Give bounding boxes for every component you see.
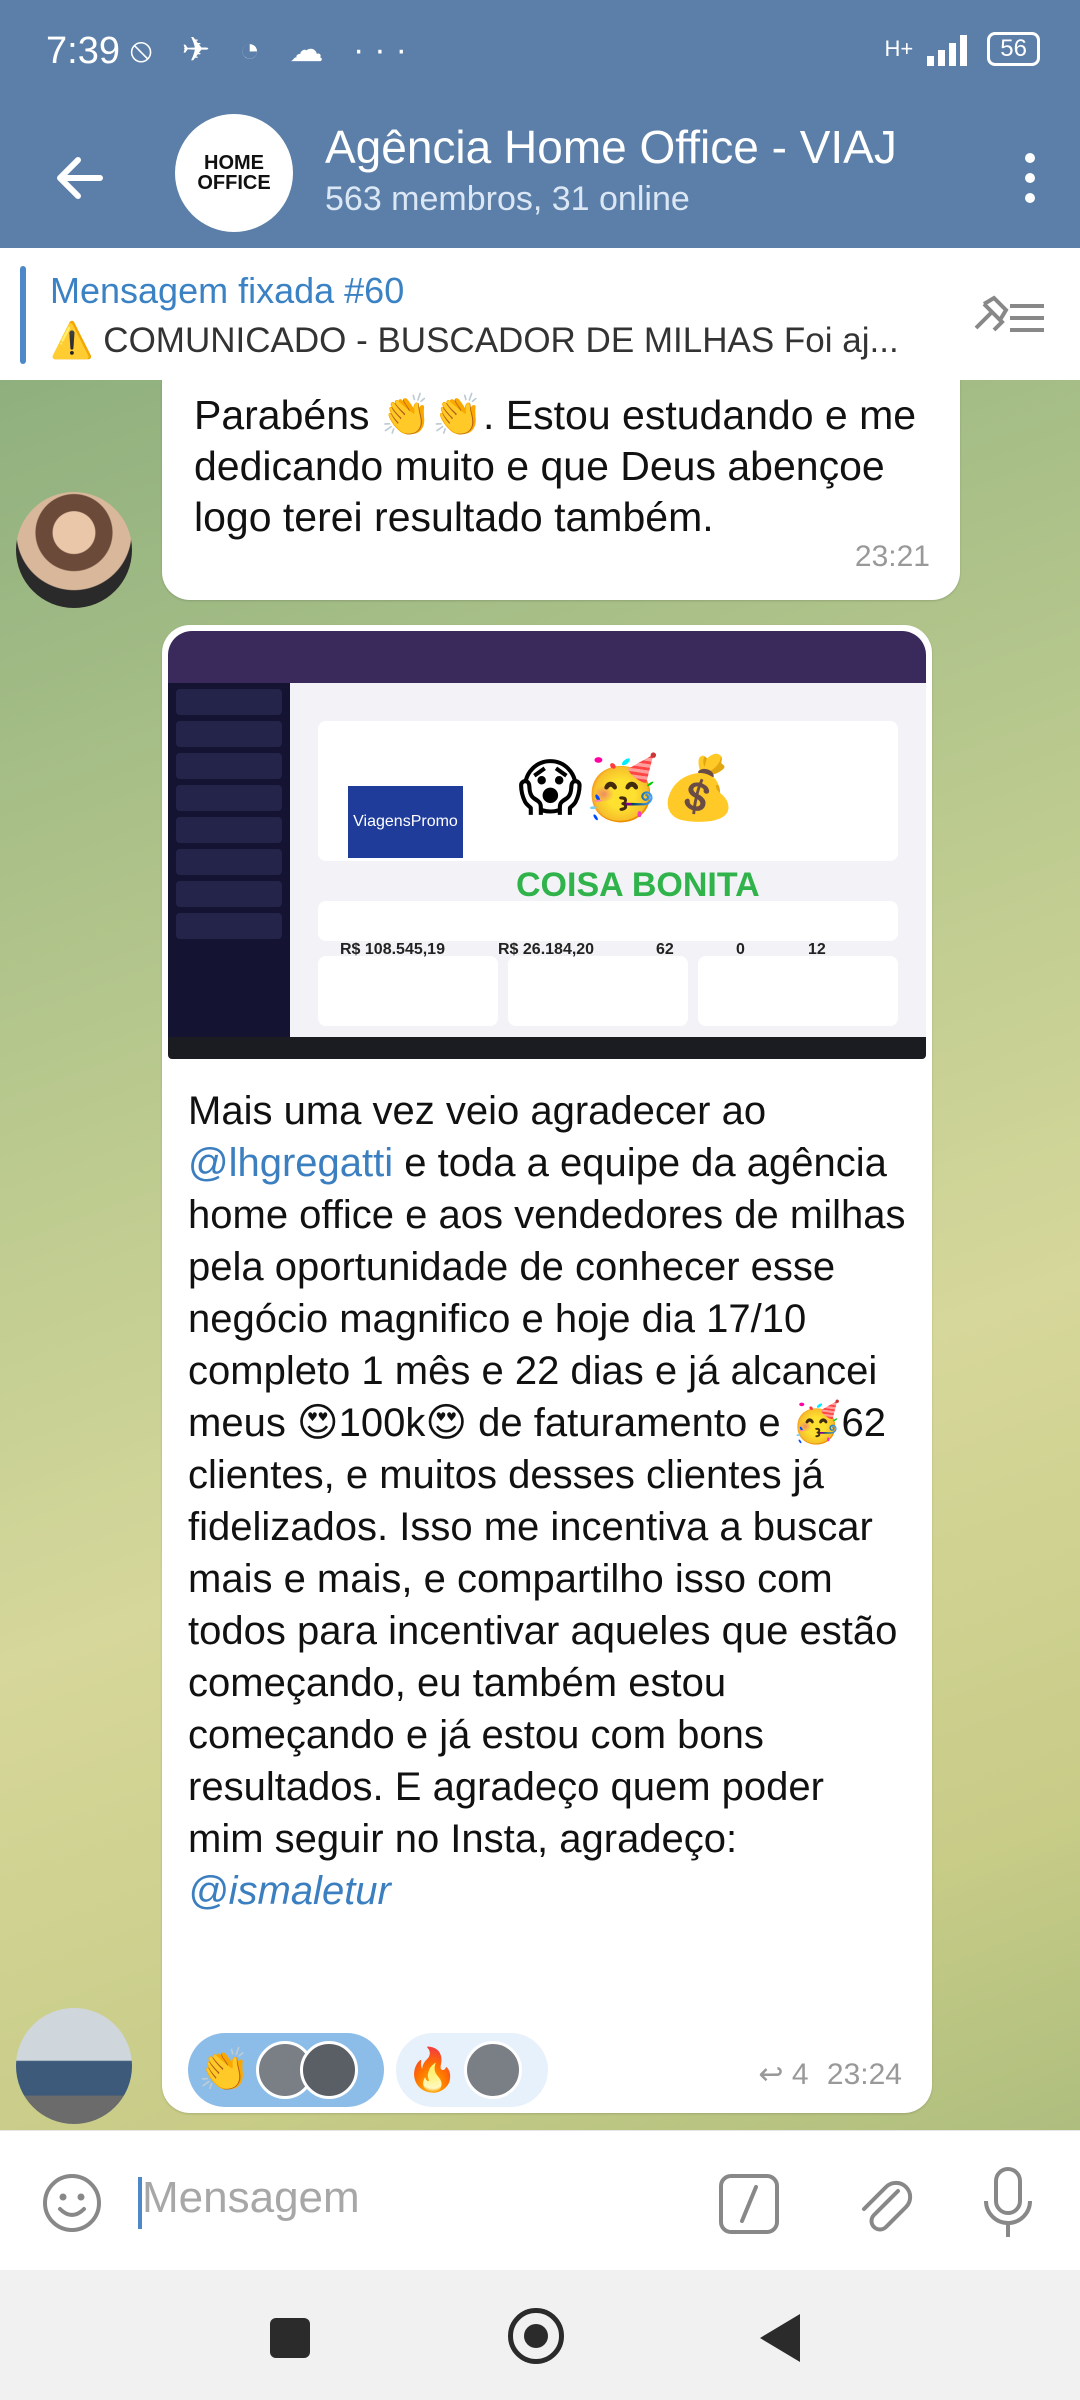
sender-avatar[interactable] [16, 2008, 132, 2124]
reactor-avatar [464, 2041, 523, 2099]
image-metric: 12 [808, 941, 826, 958]
pinned-title: Mensagem fixada #60 [50, 270, 405, 311]
recent-apps-button[interactable] [270, 2318, 310, 2358]
reply-count[interactable]: ↩ 4 [758, 2058, 808, 2091]
chat-header: HOME OFFICE Agência Home Office - VIAJ 5… [0, 108, 1080, 248]
status-notification-icons: ⦸ ✈ ◔ ☁ ··· [130, 31, 417, 69]
bot-commands-icon[interactable] [718, 2173, 780, 2235]
network-type-label: H+ [884, 36, 914, 61]
group-logo-text: HOME OFFICE [197, 152, 271, 194]
system-nav-bar [0, 2270, 1080, 2400]
message-text: Mais uma vez veio agradecer ao @lhgregat… [188, 1085, 908, 1917]
image-taskbar [168, 1037, 926, 1059]
reactor-avatar [300, 2041, 359, 2099]
mention-link[interactable]: @ismaletur [188, 1869, 391, 1913]
image-sidebar [168, 683, 290, 1039]
pinned-message-bar[interactable]: Mensagem fixada #60 ⚠️ COMUNICADO - BUSC… [0, 248, 1080, 381]
reaction-emoji: 👏 [198, 2045, 251, 2093]
message-bubble[interactable]: Parabéns 👏👏. Estou estudando e me dedica… [162, 380, 960, 600]
back-arrow-icon[interactable] [50, 148, 110, 208]
reaction-fire[interactable]: 🔥 [396, 2033, 548, 2107]
signal-icon [927, 35, 968, 66]
message-text: Parabéns 👏👏. Estou estudando e me dedica… [194, 392, 917, 540]
image-emojis: 😱🥳💰 [518, 754, 738, 823]
message-text-part: e toda a equipe da agência home office e… [188, 1141, 906, 1861]
pinned-list-icon[interactable] [970, 288, 1050, 348]
image-metric: R$ 26.184,20 [498, 941, 595, 958]
chat-title[interactable]: Agência Home Office - VIAJ [325, 120, 945, 174]
status-time: 7:39 [46, 30, 120, 72]
sender-avatar[interactable] [16, 492, 132, 608]
chat-area[interactable]: Parabéns 👏👏. Estou estudando e me dedica… [0, 380, 1080, 2130]
microphone-icon[interactable] [980, 2165, 1036, 2243]
image-metric: 62 [656, 941, 674, 958]
chat-subtitle: 563 membros, 31 online [325, 180, 690, 218]
attach-icon[interactable] [852, 2169, 916, 2239]
mention-link[interactable]: @lhgregatti [188, 1141, 393, 1185]
image-browser-bar [168, 631, 926, 683]
battery-icon: 56 [987, 32, 1040, 66]
status-right: H+ 56 [885, 32, 1040, 66]
image-overlay-text: COISA BONITA [516, 866, 760, 904]
group-avatar[interactable]: HOME OFFICE [175, 114, 293, 232]
message-image[interactable]: ViagensPromo R$ 108.545,19 R$ 26.184,20 … [168, 631, 926, 1059]
image-metric: 0 [736, 941, 745, 958]
viagenspromo-logo: ViagensPromo [348, 786, 463, 858]
message-text-part: Mais uma vez veio agradecer ao [188, 1089, 767, 1133]
reaction-clap[interactable]: 👏 [188, 2033, 384, 2107]
image-metric: R$ 108.545,19 [340, 941, 445, 958]
more-vertical-icon[interactable] [1010, 148, 1050, 208]
emoji-icon[interactable] [40, 2171, 104, 2235]
back-button[interactable] [760, 2314, 800, 2362]
message-meta: ↩ 4 23:24 [758, 2057, 902, 2092]
message-input[interactable]: Mensagem [142, 2173, 360, 2223]
status-bar: 7:39 ⦸ ✈ ◔ ☁ ··· H+ 56 [0, 0, 1080, 108]
reaction-emoji: 🔥 [406, 2045, 459, 2093]
pinned-indicator [20, 266, 26, 364]
message-time: 23:21 [854, 540, 930, 573]
message-bubble[interactable]: ViagensPromo R$ 108.545,19 R$ 26.184,20 … [162, 625, 932, 2113]
home-button[interactable] [508, 2308, 564, 2364]
pinned-text: ⚠️ COMUNICADO - BUSCADOR DE MILHAS Foi a… [50, 321, 899, 360]
message-time: 23:24 [826, 2058, 902, 2091]
message-input-bar: Mensagem [0, 2130, 1080, 2271]
